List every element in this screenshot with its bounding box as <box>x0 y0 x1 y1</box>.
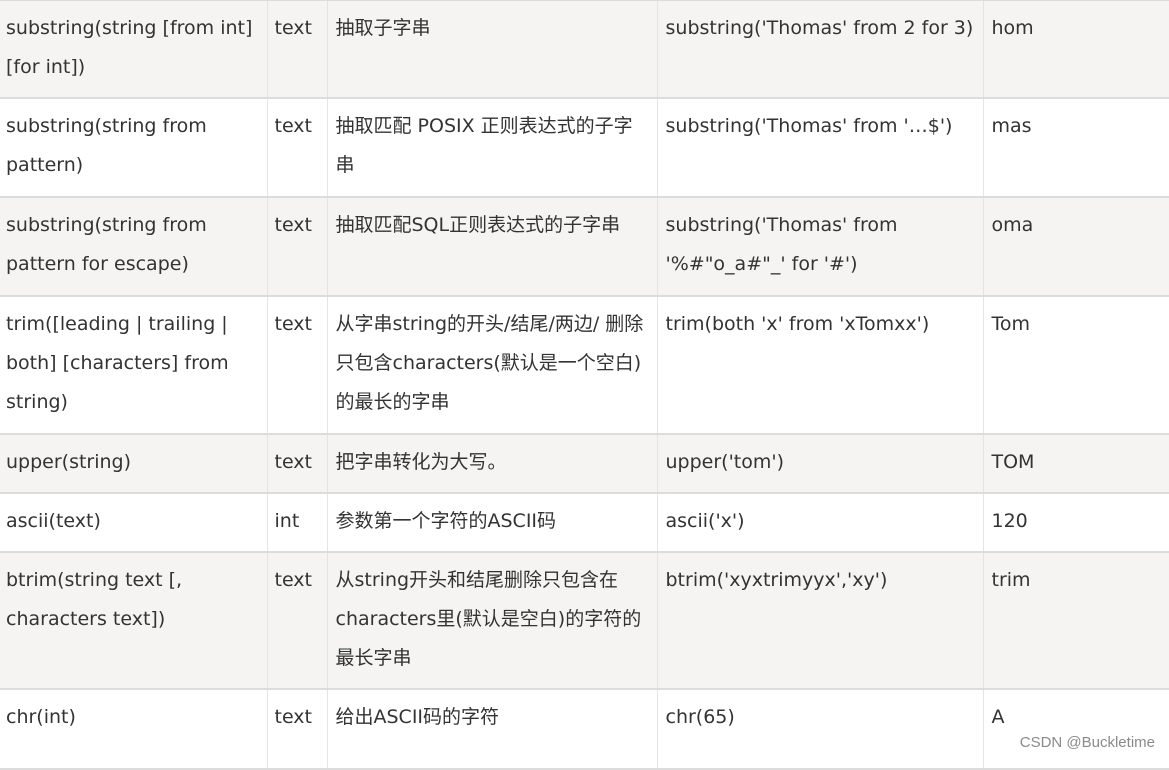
description-cell: 把字串转化为大写。 <box>326 433 658 494</box>
function-cell: substring(string from pattern) <box>0 97 268 198</box>
example-cell: btrim('xyxtrimyyx','xy') <box>656 551 984 690</box>
result-cell: trim <box>982 551 1169 690</box>
description-cell: 从字串string的开头/结尾/两边/ 删除只包含characters(默认是一… <box>326 295 658 435</box>
example-cell: chr(65) <box>656 688 984 770</box>
watermark-text: CSDN @Buckletime <box>1019 734 1155 751</box>
table-row: ascii(text) int 参数第一个字符的ASCII码 ascii('x'… <box>0 492 1169 553</box>
result-cell: 120 <box>982 492 1169 553</box>
return-type-cell: int <box>266 492 328 553</box>
example-cell: trim(both 'x' from 'xTomxx') <box>656 295 984 435</box>
example-cell: substring('Thomas' from 2 for 3) <box>656 0 984 99</box>
return-type-cell: text <box>266 688 328 770</box>
return-type-cell: text <box>266 551 328 690</box>
result-cell: TOM <box>982 433 1169 494</box>
example-cell: substring('Thomas' from '%#"o_a#"_' for … <box>656 196 984 297</box>
result-cell: Tom <box>982 295 1169 435</box>
description-cell: 抽取匹配SQL正则表达式的子字串 <box>326 196 658 297</box>
description-cell: 给出ASCII码的字符 <box>326 688 658 770</box>
description-cell: 从string开头和结尾删除只包含在characters里(默认是空白)的字符的… <box>326 551 658 690</box>
return-type-cell: text <box>266 295 328 435</box>
table-row: substring(string from pattern) text 抽取匹配… <box>0 97 1169 198</box>
result-cell: hom <box>982 0 1169 99</box>
function-cell: trim([leading | trailing | both] [charac… <box>0 295 268 435</box>
description-cell: 参数第一个字符的ASCII码 <box>326 492 658 553</box>
function-cell: chr(int) <box>0 688 268 770</box>
table-row: btrim(string text [, characters text]) t… <box>0 551 1169 690</box>
result-cell: mas <box>982 97 1169 198</box>
example-cell: upper('tom') <box>656 433 984 494</box>
function-cell: substring(string from pattern for escape… <box>0 196 268 297</box>
description-cell: 抽取子字串 <box>326 0 658 99</box>
description-cell: 抽取匹配 POSIX 正则表达式的子字串 <box>326 97 658 198</box>
string-functions-table: substring(string [from int] [for int]) t… <box>0 0 1169 770</box>
function-cell: substring(string [from int] [for int]) <box>0 0 268 99</box>
return-type-cell: text <box>266 0 328 99</box>
function-cell: upper(string) <box>0 433 268 494</box>
table-row: upper(string) text 把字串转化为大写。 upper('tom'… <box>0 433 1169 494</box>
function-cell: ascii(text) <box>0 492 268 553</box>
return-type-cell: text <box>266 97 328 198</box>
table-row: chr(int) text 给出ASCII码的字符 chr(65) A <box>0 688 1169 770</box>
table-row: substring(string [from int] [for int]) t… <box>0 0 1169 99</box>
return-type-cell: text <box>266 433 328 494</box>
return-type-cell: text <box>266 196 328 297</box>
example-cell: substring('Thomas' from '…$') <box>656 97 984 198</box>
table-row: substring(string from pattern for escape… <box>0 196 1169 297</box>
function-cell: btrim(string text [, characters text]) <box>0 551 268 690</box>
result-cell: A <box>982 688 1169 770</box>
table-row: trim([leading | trailing | both] [charac… <box>0 295 1169 435</box>
result-cell: oma <box>982 196 1169 297</box>
example-cell: ascii('x') <box>656 492 984 553</box>
